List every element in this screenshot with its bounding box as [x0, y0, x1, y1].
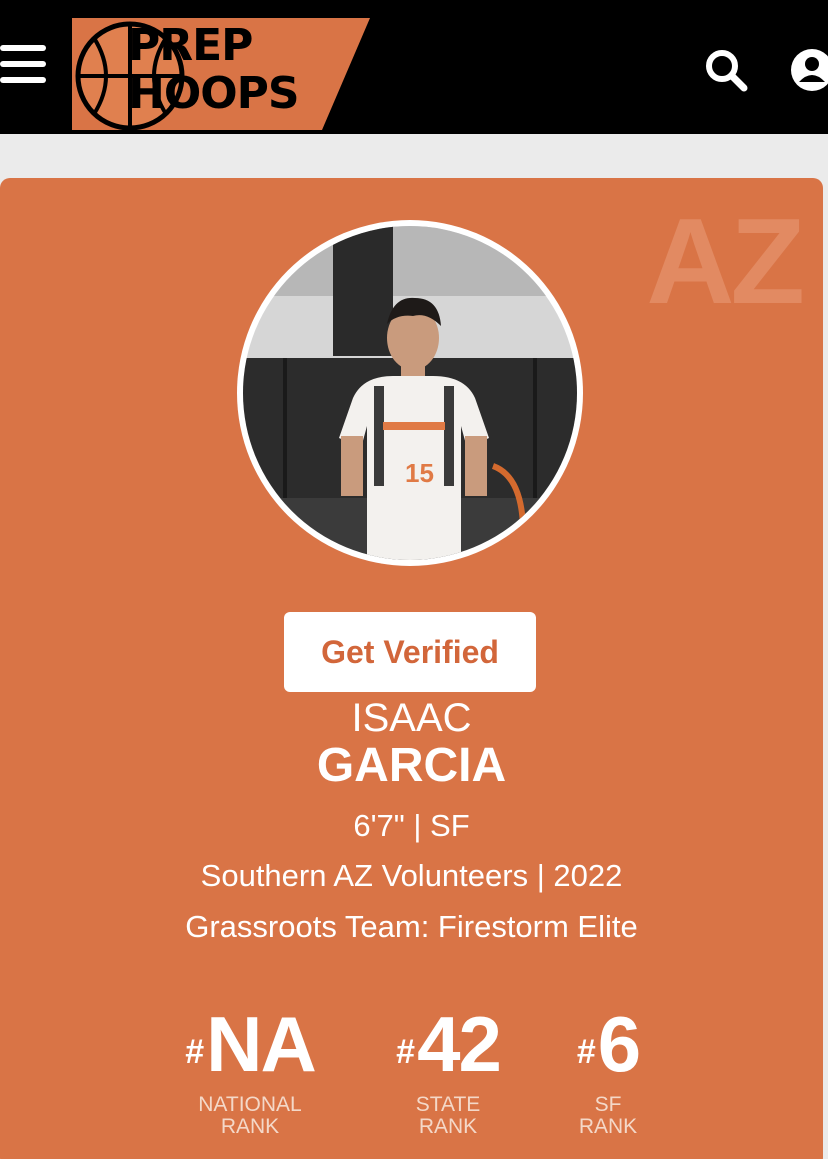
- hamburger-menu-button[interactable]: [0, 45, 48, 89]
- national-rank-label: NATIONAL: [198, 1093, 302, 1116]
- rank-hash: #: [576, 1033, 596, 1071]
- grassroots-team: Grassroots Team: Firestorm Elite: [185, 909, 638, 944]
- state-rank: #42 STATE RANK: [370, 1004, 526, 1138]
- top-nav-bar: PREP HOOPS: [0, 0, 828, 134]
- search-button[interactable]: [702, 46, 750, 94]
- rank-hash: #: [396, 1033, 416, 1071]
- position-rank-value: 6: [597, 1000, 641, 1088]
- state-watermark: AZ: [646, 193, 805, 329]
- rank-hash: #: [185, 1033, 205, 1071]
- position-rank-label: SF: [594, 1093, 622, 1116]
- school-class: Southern AZ Volunteers | 2022: [200, 858, 623, 893]
- user-icon: [791, 49, 828, 91]
- state-rank-label-2: RANK: [418, 1115, 478, 1138]
- national-rank-label-2: RANK: [220, 1115, 280, 1138]
- position-rank: #6 SF RANK: [560, 1004, 656, 1138]
- state-rank-label: STATE: [415, 1093, 481, 1116]
- state-rank-value: 42: [417, 1000, 502, 1088]
- prep-hoops-logo[interactable]: PREP HOOPS: [72, 14, 372, 132]
- position-rank-label-2: RANK: [578, 1115, 638, 1138]
- logo-text-prep: PREP: [128, 20, 253, 71]
- jersey-number: 15: [405, 458, 434, 488]
- get-verified-button[interactable]: Get Verified: [284, 612, 536, 692]
- player-last-name: GARCIA: [316, 739, 507, 792]
- national-rank-value: NA: [206, 1000, 317, 1088]
- player-photo: 15: [237, 220, 583, 566]
- national-rank: #NA NATIONAL RANK: [160, 1004, 340, 1138]
- search-icon: [706, 50, 748, 92]
- user-account-button[interactable]: [788, 46, 828, 94]
- player-profile-card: AZ 15 Get Verified ISAAC GARCIA 6'7" | S…: [0, 178, 823, 1159]
- height-position: 6'7" | SF: [353, 808, 470, 843]
- player-photo-image: 15: [243, 226, 577, 560]
- player-first-name: ISAAC: [351, 696, 472, 740]
- logo-text-hoops: HOOPS: [128, 68, 300, 119]
